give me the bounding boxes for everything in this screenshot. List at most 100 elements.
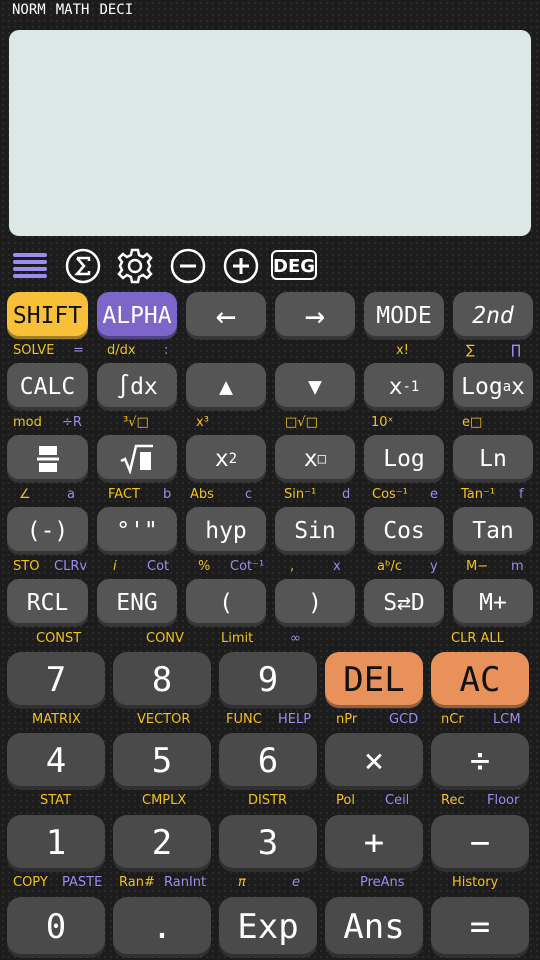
ln-key[interactable]: Ln (453, 435, 533, 482)
label-asin: Sin⁻¹ (284, 487, 317, 502)
tan-key[interactable]: Tan (453, 507, 533, 554)
digit-7-key[interactable]: 7 (7, 652, 105, 708)
cursor-up-key[interactable]: ▲ (186, 363, 266, 410)
label-ran: Ran# (119, 875, 155, 890)
mode-key[interactable]: MODE (364, 292, 444, 339)
digit-5-key[interactable]: 5 (113, 733, 211, 789)
label-mminus: M− (466, 559, 489, 574)
mode-deci: DECI (99, 2, 134, 18)
minus-circle-icon[interactable] (168, 246, 208, 286)
cursor-down-key[interactable]: ▼ (275, 363, 355, 410)
label-cube: x³ (196, 415, 209, 430)
sqrt-key[interactable] (97, 435, 177, 482)
exp-key[interactable]: Exp (219, 897, 317, 957)
mode-math: MATH (55, 2, 90, 18)
inverse-key[interactable]: x -1 (364, 363, 444, 410)
digit-1-key[interactable]: 1 (7, 815, 105, 871)
digit-3-key[interactable]: 3 (219, 815, 317, 871)
left-paren-key[interactable]: ( (186, 579, 266, 626)
delete-key[interactable]: DEL (325, 652, 423, 708)
label-lcm: LCM (493, 712, 521, 727)
label-x: x (333, 559, 341, 574)
cursor-right-key[interactable]: → (275, 292, 355, 339)
digit-2-key[interactable]: 2 (113, 815, 211, 871)
label-matrix: MATRIX (32, 712, 81, 727)
label-f: f (519, 487, 524, 502)
shift-key[interactable]: SHIFT (7, 292, 88, 339)
right-paren-key[interactable]: ) (275, 579, 355, 626)
digit-9-key[interactable]: 9 (219, 652, 317, 708)
alpha-key[interactable]: ALPHA (97, 292, 177, 339)
ans-key[interactable]: Ans (325, 897, 423, 957)
label-i: i (113, 559, 117, 574)
inverse-base: x (388, 373, 403, 400)
all-clear-key[interactable]: AC (431, 652, 529, 708)
label-prod: ∏ (511, 343, 521, 358)
equals-key[interactable]: = (431, 897, 529, 957)
calc-key[interactable]: CALC (7, 363, 88, 410)
multiply-key[interactable]: × (325, 733, 423, 789)
label-pol: Pol (336, 793, 355, 808)
subtract-key[interactable]: − (431, 815, 529, 871)
label-clr-all: CLR ALL (451, 631, 504, 646)
label-percent: % (198, 559, 211, 574)
settings-gear-icon[interactable] (115, 246, 155, 286)
cursor-left-key[interactable]: ← (186, 292, 266, 339)
label-paste: PASTE (62, 875, 103, 890)
integral-key[interactable]: ∫dx (97, 363, 177, 410)
power-key[interactable]: x □ (275, 435, 355, 482)
label-abs: Abs (190, 487, 214, 502)
digit-8-key[interactable]: 8 (113, 652, 211, 708)
square-base: x (214, 445, 229, 472)
label-npr: nPr (336, 712, 358, 727)
log-base-key[interactable]: Log a x (453, 363, 533, 410)
label-a: a (67, 487, 75, 502)
log-base-sub: a (502, 378, 511, 395)
divide-key[interactable]: ÷ (431, 733, 529, 789)
fraction-key[interactable] (7, 435, 88, 482)
log-base-text: Log (461, 373, 503, 400)
label-cot: Cot (147, 559, 170, 574)
label-help: HELP (278, 712, 312, 727)
digit-4-key[interactable]: 4 (7, 733, 105, 789)
digit-0-key[interactable]: 0 (7, 897, 105, 957)
label-cbrt: ³√□ (123, 415, 149, 430)
label-nthroot: □√□ (285, 415, 318, 430)
digit-6-key[interactable]: 6 (219, 733, 317, 789)
cos-key[interactable]: Cos (364, 507, 444, 554)
decimal-point-key[interactable]: . (113, 897, 211, 957)
mode-norm: NORM (12, 2, 46, 18)
eng-key[interactable]: ENG (97, 579, 177, 626)
deg-button[interactable]: DEG (271, 250, 317, 280)
label-euler: e (292, 875, 300, 890)
sigma-icon[interactable] (64, 246, 102, 286)
label-divr: ÷R (62, 415, 82, 430)
m-plus-key[interactable]: M+ (453, 579, 533, 626)
square-key[interactable]: x2 (186, 435, 266, 482)
power-base: x (303, 445, 318, 472)
label-conv: CONV (146, 631, 184, 646)
sqrt-icon (120, 444, 153, 474)
label-eq: = (73, 343, 84, 358)
second-function-key[interactable]: 2nd (453, 292, 533, 339)
label-rec: Rec (441, 793, 465, 808)
display-screen[interactable] (9, 30, 531, 236)
negative-key[interactable]: (-) (7, 507, 88, 554)
log-key[interactable]: Log (364, 435, 444, 482)
label-e-var: e (430, 487, 438, 502)
dms-key[interactable]: °'" (97, 507, 177, 554)
plus-circle-icon[interactable] (221, 246, 261, 286)
label-solve: SOLVE (13, 343, 55, 358)
label-tenx: 10ˣ (371, 415, 394, 430)
label-func: FUNC (226, 712, 262, 727)
sin-key[interactable]: Sin (275, 507, 355, 554)
label-limit: Limit (221, 631, 254, 646)
rcl-key[interactable]: RCL (7, 579, 88, 626)
menu-icon[interactable] (10, 246, 50, 286)
label-atan: Tan⁻¹ (461, 487, 496, 502)
label-ex: e□ (462, 415, 483, 430)
hyp-key[interactable]: hyp (186, 507, 266, 554)
log-base-x: x (511, 373, 525, 400)
add-key[interactable]: + (325, 815, 423, 871)
s-d-key[interactable]: S⇄D (364, 579, 444, 626)
